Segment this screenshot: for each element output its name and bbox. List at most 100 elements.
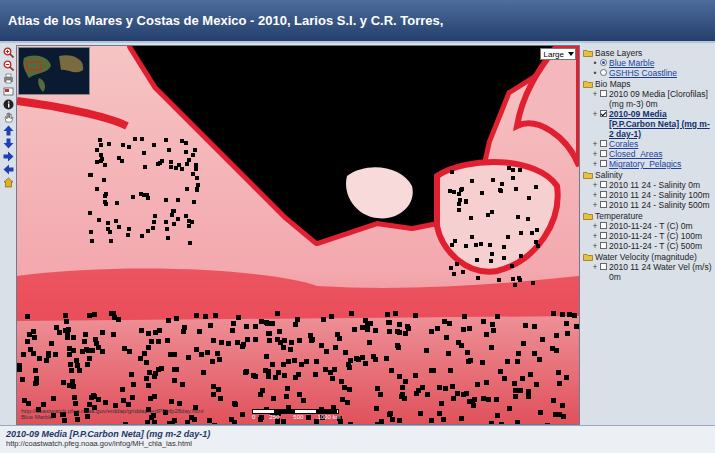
expander[interactable]: +: [592, 231, 598, 241]
expander[interactable]: •: [592, 58, 598, 68]
layer-group[interactable]: Water Velocity (magnitude): [583, 251, 713, 262]
info-icon[interactable]: [3, 99, 14, 110]
header-bar: Atlas de los Mares y Costas de Mexico - …: [0, 0, 715, 43]
layer-checkbox[interactable]: [600, 263, 607, 270]
pan-down-icon[interactable]: [3, 138, 14, 149]
active-layer-title: 2010-09 Media [P.P.Carbon Neta] (mg m-2 …: [6, 429, 709, 439]
radio-button[interactable]: [600, 59, 607, 66]
layer-checkbox[interactable]: [600, 242, 607, 249]
layer-label[interactable]: Closed_Areas: [609, 149, 662, 159]
overview-map-image: [19, 48, 89, 94]
credit-line: Blue Marble: [21, 414, 203, 421]
layer-label[interactable]: 2010-09 Media [P.P.Carbon Neta] (mg m-2 …: [609, 109, 713, 139]
folder-icon: [583, 253, 593, 261]
layer-checkbox[interactable]: [600, 222, 607, 229]
size-select[interactable]: Large: [540, 48, 576, 60]
layer-label[interactable]: 2010 11 24 Water Vel (m/s) 0m: [609, 262, 713, 282]
layer-checkbox[interactable]: [600, 140, 607, 147]
map-raster: [17, 46, 579, 425]
dropdown-arrow-icon: [568, 52, 574, 56]
expander[interactable]: +: [592, 180, 598, 190]
layer-group-label: Base Layers: [595, 48, 642, 58]
layer-item[interactable]: +2010-11-24 - T (C) 0m: [583, 221, 713, 231]
layer-label[interactable]: 2010 11 24 - Salinity 100m: [609, 190, 710, 200]
layer-item[interactable]: +2010-11-24 - T (C) 100m: [583, 231, 713, 241]
layer-checkbox[interactable]: [600, 160, 607, 167]
expander[interactable]: +: [592, 200, 598, 210]
layer-item[interactable]: +2010 11 24 - Salinity 500m: [583, 200, 713, 210]
scale-label: 250: [269, 414, 279, 420]
print-icon[interactable]: [3, 73, 14, 84]
layer-checkbox[interactable]: [600, 201, 607, 208]
scale-label: 500: [293, 414, 303, 420]
credit-line: http://coastwatch.pfeg.noaa.gov/erddap/g…: [21, 408, 203, 415]
toolbar: [0, 45, 16, 425]
layer-label[interactable]: 2010-11-24 - T (C) 100m: [609, 231, 702, 241]
expander[interactable]: +: [592, 109, 598, 119]
home-icon[interactable]: [3, 177, 14, 188]
size-select-value: Large: [544, 50, 564, 59]
layer-label[interactable]: 2010-11-24 - T (C) 500m: [609, 241, 702, 251]
layer-checkbox[interactable]: [600, 90, 607, 97]
zoom-in-icon[interactable]: [3, 47, 14, 58]
pan-hand-icon[interactable]: [3, 112, 14, 123]
layers-icon[interactable]: [3, 86, 14, 97]
layer-item[interactable]: • Blue Marble: [583, 58, 713, 68]
layer-group[interactable]: Bio Maps: [583, 78, 713, 89]
layer-label[interactable]: 2010 09 Media [Clorofilas] (mg m-3) 0m: [609, 89, 713, 109]
expander[interactable]: +: [592, 89, 598, 99]
zoom-out-icon[interactable]: [3, 60, 14, 71]
layer-label[interactable]: Migratory_Pelagics: [609, 159, 681, 169]
map-view[interactable]: Large http://coastwatch.pfeg.noaa.gov/erd…: [16, 45, 580, 425]
expander[interactable]: +: [592, 241, 598, 251]
expander[interactable]: +: [592, 159, 598, 169]
layer-item[interactable]: +2010 09 Media [Clorofilas] (mg m-3) 0m: [583, 89, 713, 109]
layer-item[interactable]: +2010 11 24 Water Vel (m/s) 0m: [583, 262, 713, 282]
radio-button[interactable]: [600, 69, 607, 76]
layer-label[interactable]: GSHHS Coastline: [609, 68, 677, 78]
expander[interactable]: +: [592, 149, 598, 159]
layer-item[interactable]: • GSHHS Coastline: [583, 68, 713, 78]
layer-item[interactable]: +2010 11 24 - Salinity 100m: [583, 190, 713, 200]
layer-panel: Base Layers•Blue Marble•GSHHS CoastlineB…: [580, 45, 715, 425]
expander[interactable]: +: [592, 262, 598, 272]
scale-label: 0: [252, 414, 255, 420]
layer-label[interactable]: Corales: [609, 139, 638, 149]
layer-label[interactable]: 2010-11-24 - T (C) 0m: [609, 221, 693, 231]
scale-labels: 02505001000 km: [252, 414, 340, 420]
overview-map[interactable]: [18, 47, 90, 95]
expander[interactable]: •: [592, 68, 598, 78]
layer-checkbox[interactable]: [600, 150, 607, 157]
layer-checkbox[interactable]: [600, 191, 607, 198]
main-area: Large http://coastwatch.pfeg.noaa.gov/erd…: [0, 43, 715, 425]
layer-label[interactable]: Blue Marble: [609, 58, 654, 68]
layer-label[interactable]: 2010 11 24 - Salinity 500m: [609, 200, 710, 210]
layer-checkbox[interactable]: [600, 232, 607, 239]
layer-item[interactable]: + Closed_Areas: [583, 149, 713, 159]
layer-checkbox[interactable]: [600, 110, 607, 117]
folder-icon: [583, 171, 593, 179]
layer-item[interactable]: +2010 11 24 - Salinity 0m: [583, 180, 713, 190]
pan-left-icon[interactable]: [3, 164, 14, 175]
layer-group-label: Water Velocity (magnitude): [595, 252, 697, 262]
layer-item[interactable]: +2010-09 Media [P.P.Carbon Neta] (mg m-2…: [583, 109, 713, 139]
expander[interactable]: +: [592, 139, 598, 149]
layer-group[interactable]: Salinity: [583, 169, 713, 180]
layer-group-label: Temperature: [595, 211, 643, 221]
source-url[interactable]: http://coastwatch.pfeg.noaa.gov/infog/MH…: [6, 439, 709, 448]
scale-bar: 02505001000 km: [252, 409, 340, 420]
layer-group[interactable]: Base Layers: [583, 47, 713, 58]
pan-up-icon[interactable]: [3, 125, 14, 136]
pan-right-icon[interactable]: [3, 151, 14, 162]
layer-item[interactable]: +2010-11-24 - T (C) 500m: [583, 241, 713, 251]
page-title: Atlas de los Mares y Costas de Mexico - …: [8, 13, 443, 28]
expander[interactable]: +: [592, 221, 598, 231]
layer-item[interactable]: + Corales: [583, 139, 713, 149]
expander[interactable]: +: [592, 190, 598, 200]
layer-label[interactable]: 2010 11 24 - Salinity 0m: [609, 180, 700, 190]
layer-checkbox[interactable]: [600, 181, 607, 188]
folder-icon: [583, 49, 593, 57]
map-credits: http://coastwatch.pfeg.noaa.gov/erddap/g…: [21, 408, 203, 421]
layer-group[interactable]: Temperature: [583, 210, 713, 221]
layer-item[interactable]: + Migratory_Pelagics: [583, 159, 713, 169]
